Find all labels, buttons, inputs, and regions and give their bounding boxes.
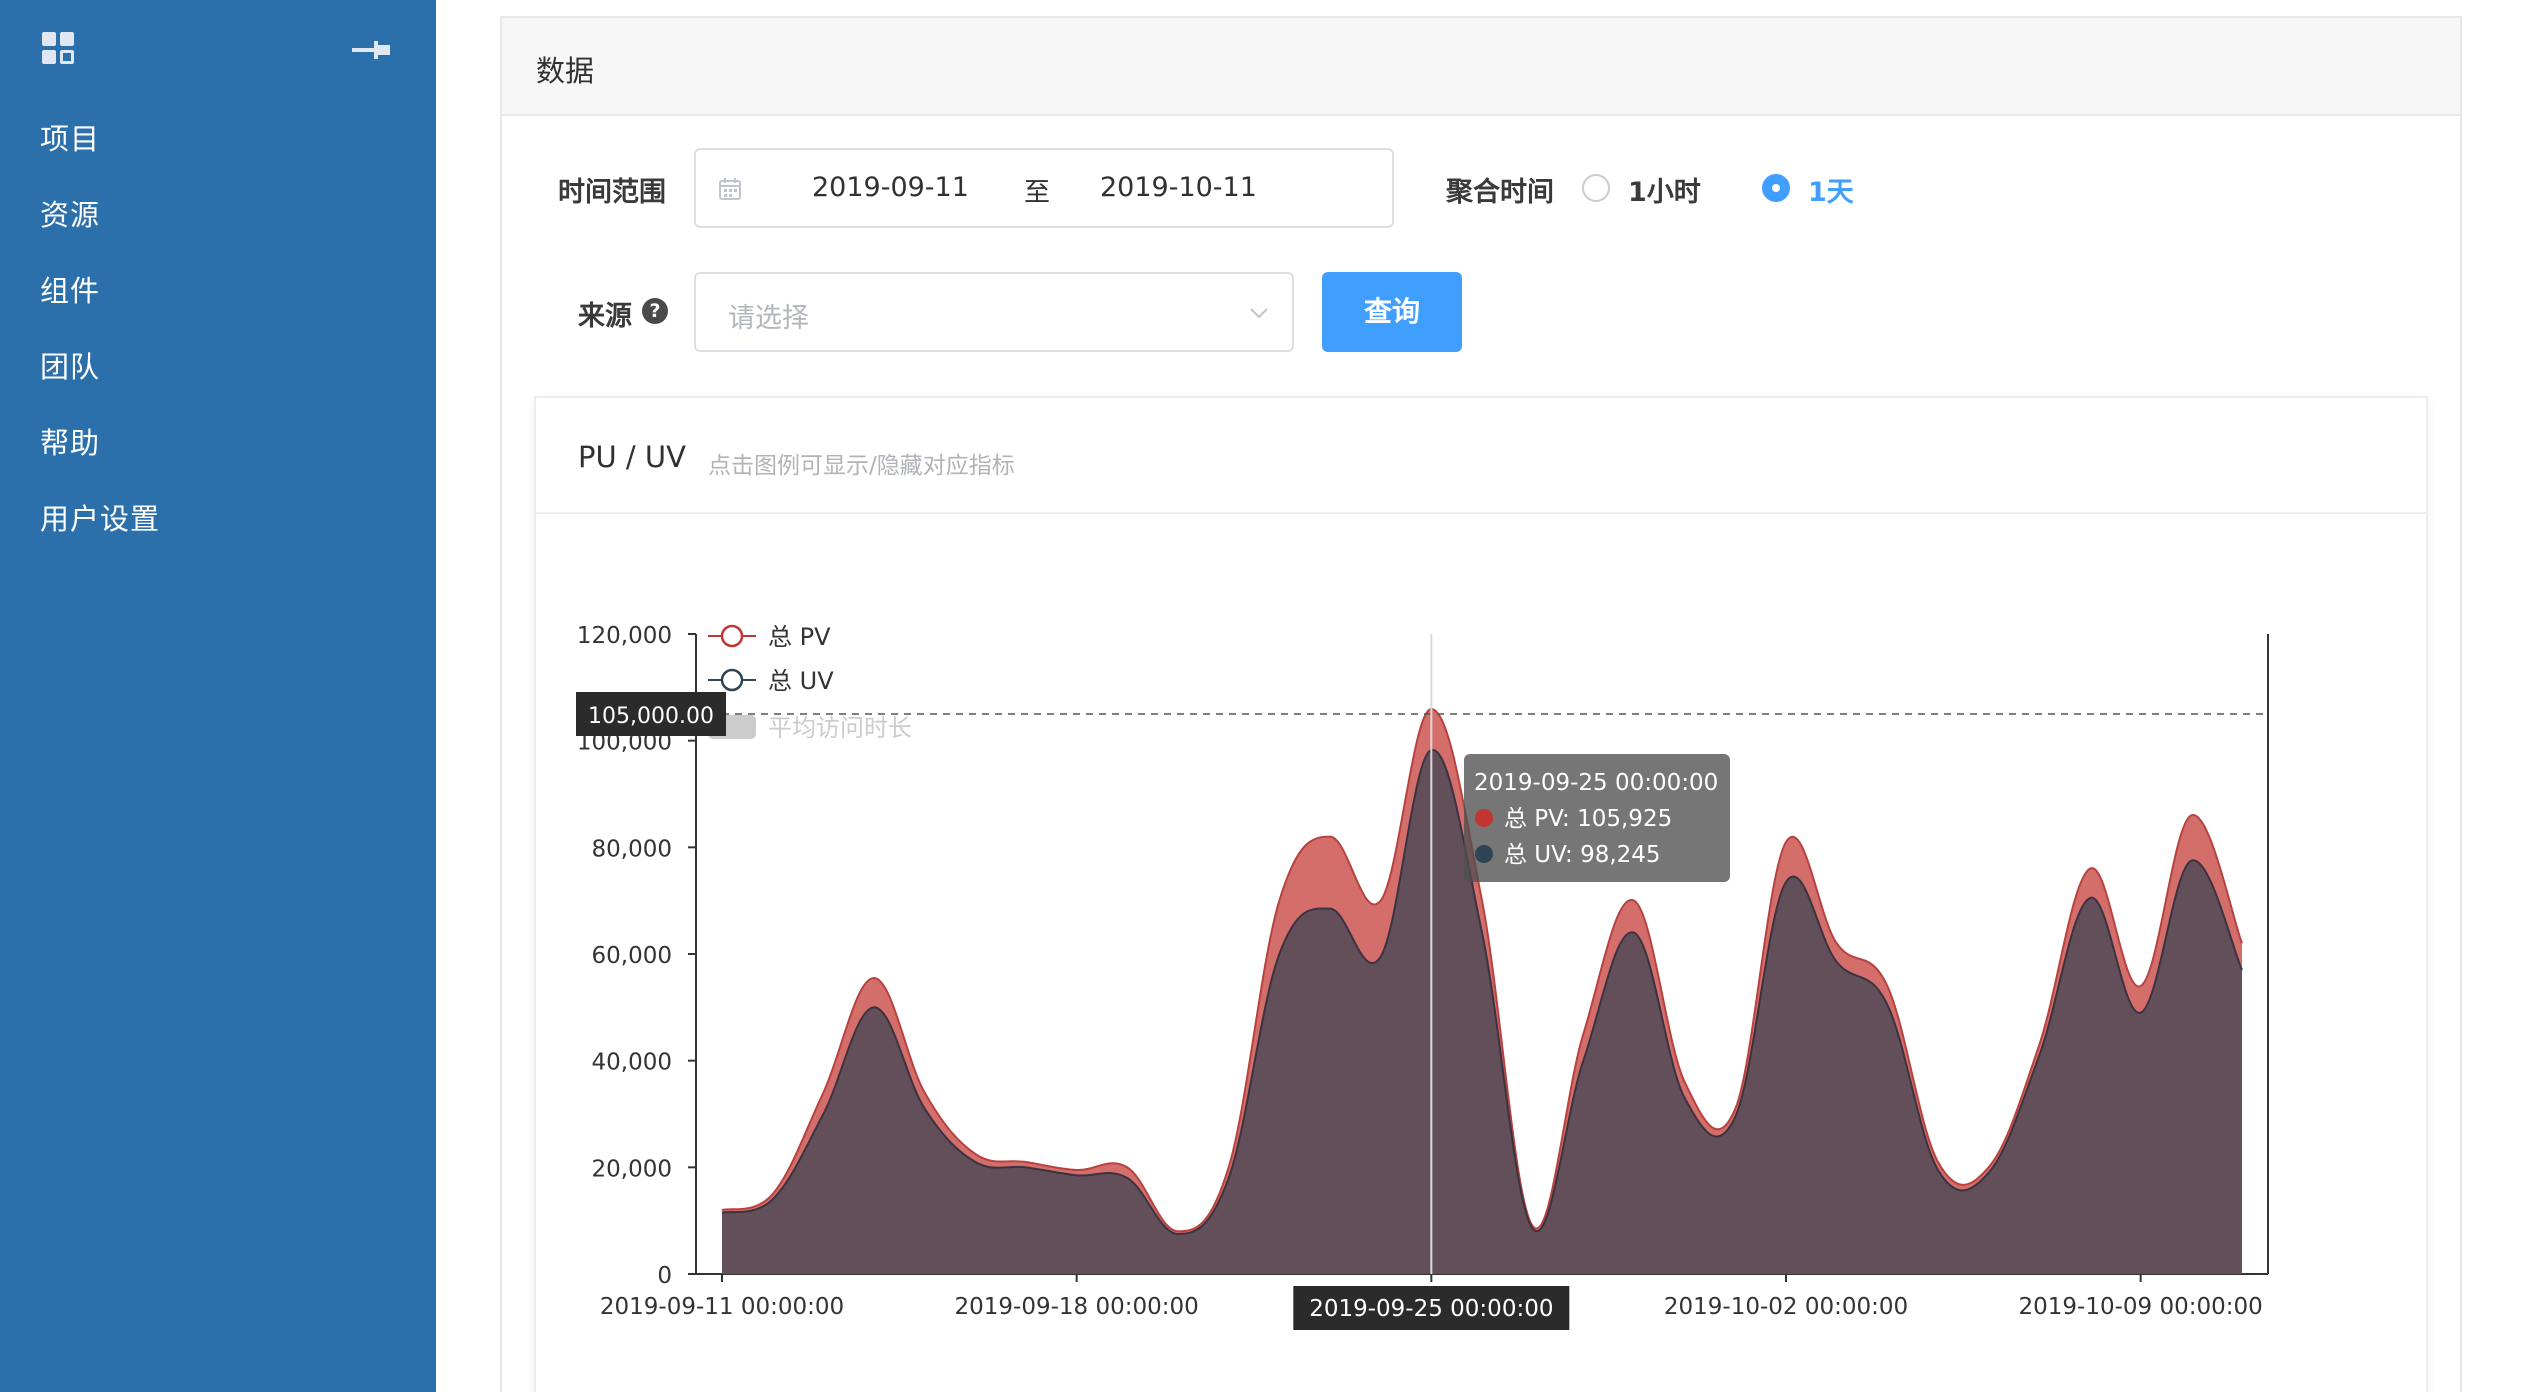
card-title: PU / UV: [578, 440, 686, 474]
radio-1hour-label[interactable]: 1小时: [1628, 170, 1701, 209]
sidebar-item-components[interactable]: 组件: [40, 268, 100, 310]
source-select[interactable]: 请选择: [694, 272, 1294, 352]
card-header: PU / UV 点击图例可显示/隐藏对应指标: [536, 398, 2426, 514]
date-end-input[interactable]: 2019-10-11: [1100, 172, 1257, 203]
dashboard-icon[interactable]: [42, 32, 76, 66]
sidebar-item-team[interactable]: 团队: [40, 344, 100, 386]
source-select-placeholder: 请选择: [728, 303, 809, 334]
time-range-label: 时间范围: [558, 177, 666, 208]
help-icon[interactable]: ?: [642, 298, 668, 324]
aggregate-label: 聚合时间: [1446, 177, 1554, 208]
card-subtitle: 点击图例可显示/隐藏对应指标: [708, 453, 1015, 479]
sidebar-item-help[interactable]: 帮助: [40, 420, 100, 462]
calendar-icon: [719, 178, 741, 200]
date-range-separator: 至: [1024, 178, 1051, 208]
date-range-picker[interactable]: 2019-09-11 至 2019-10-11: [694, 148, 1394, 228]
sidebar-item-user-settings[interactable]: 用户设置: [40, 496, 160, 538]
query-button[interactable]: 查询: [1322, 272, 1462, 352]
panel-header: 数据: [502, 18, 2460, 116]
date-start-input[interactable]: 2019-09-11: [812, 172, 969, 203]
sidebar-item-projects[interactable]: 项目: [40, 116, 100, 158]
radio-1day[interactable]: [1762, 174, 1790, 202]
sidebar: 项目 资源 组件 团队 帮助 用户设置: [0, 0, 436, 1392]
pv-uv-card: PU / UV 点击图例可显示/隐藏对应指标: [534, 396, 2428, 1392]
radio-1hour[interactable]: [1582, 174, 1610, 202]
source-label: 来源: [578, 301, 632, 332]
radio-1day-label[interactable]: 1天: [1808, 170, 1854, 209]
sidebar-item-resources[interactable]: 资源: [40, 192, 100, 234]
chevron-down-icon: [1250, 308, 1268, 319]
pin-icon[interactable]: [352, 38, 392, 62]
panel-title: 数据: [536, 54, 595, 88]
